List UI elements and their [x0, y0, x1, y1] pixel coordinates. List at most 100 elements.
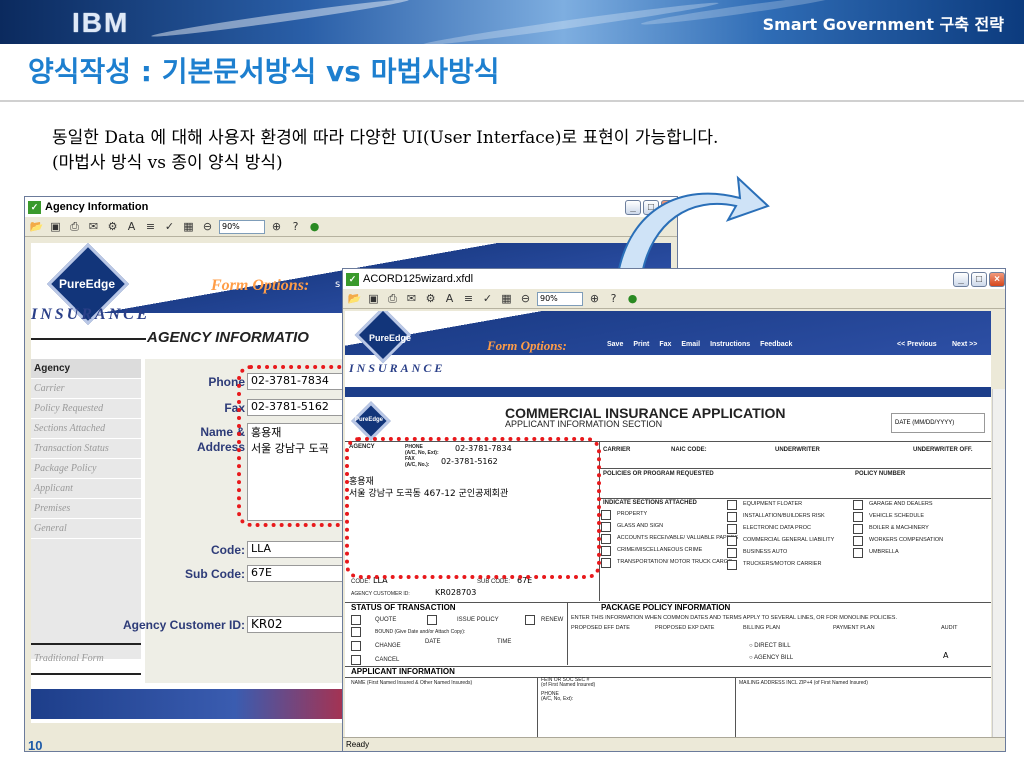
section-checkbox[interactable] [601, 510, 611, 520]
insurance-logo-text: INSURANCE [31, 306, 151, 323]
cancel-checkbox[interactable] [351, 655, 361, 665]
applicant-phone-col: PHONE (A/C, No, Ext): [541, 691, 574, 702]
section-checkbox[interactable] [601, 522, 611, 532]
section-checkbox[interactable] [601, 534, 611, 544]
maximize-button[interactable]: □ [971, 271, 987, 287]
section-option[interactable]: UMBRELLA [853, 547, 983, 559]
section-option[interactable]: COMMERCIAL GENERAL LIABILITY [727, 535, 851, 547]
nav-item-transaction-status[interactable]: Transaction Status [31, 439, 141, 459]
previous-link[interactable]: << Previous [897, 341, 937, 348]
row-rule [345, 677, 991, 678]
minimize-button[interactable]: _ [953, 271, 969, 287]
nav-item-agency[interactable]: Agency [31, 359, 141, 379]
section-checkbox[interactable] [601, 558, 611, 568]
attach-icon[interactable]: ⚙ [423, 291, 438, 306]
quote-checkbox[interactable] [351, 615, 361, 625]
help-pointer-icon[interactable]: ? [606, 291, 621, 306]
zoom-out-icon[interactable]: ⊖ [200, 219, 215, 234]
menu-feedback[interactable]: Feedback [760, 341, 792, 348]
indicate-sections-label: INDICATE SECTIONS ATTACHED [603, 500, 697, 506]
open-icon[interactable]: 📂 [29, 219, 44, 234]
section-option[interactable]: TRANSPORTATION/ MOTOR TRUCK CARGO [601, 557, 732, 569]
help-pointer-icon[interactable]: ? [288, 219, 303, 234]
nav-item-package-policy[interactable]: Package Policy [31, 459, 141, 479]
section-checkbox[interactable] [853, 512, 863, 522]
close-button[interactable]: × [989, 271, 1005, 287]
section-checkbox[interactable] [601, 546, 611, 556]
section-checkbox[interactable] [727, 536, 737, 546]
section-checkbox[interactable] [727, 500, 737, 510]
section-checkbox[interactable] [853, 548, 863, 558]
calendar-icon[interactable]: ▦ [181, 219, 196, 234]
menu-fax[interactable]: Fax [659, 341, 671, 348]
menu-save[interactable]: Save [607, 341, 623, 348]
nav-item-carrier[interactable]: Carrier [31, 379, 141, 399]
section-option[interactable]: ELECTRONIC DATA PROC [727, 523, 851, 535]
zoom-in-icon[interactable]: ⊕ [587, 291, 602, 306]
section-option[interactable]: ACCOUNTS RECEIVABLE/ VALUABLE PAPERS [601, 533, 738, 545]
section-option[interactable]: EQUIPMENT FLOATER [727, 499, 851, 511]
nav-item-applicant[interactable]: Applicant [31, 479, 141, 499]
calendar-icon[interactable]: ▦ [499, 291, 514, 306]
change-checkbox[interactable] [351, 641, 361, 651]
print-icon[interactable]: ⎙ [385, 291, 400, 306]
section-option[interactable]: VEHICLE SCHEDULE [853, 511, 983, 523]
print-icon[interactable]: ⎙ [67, 219, 82, 234]
agency-id-value[interactable]: KR028703 [435, 588, 476, 597]
section-option[interactable]: BOILER & MACHINERY [853, 523, 983, 535]
renew-checkbox[interactable] [525, 615, 535, 625]
zoom-select[interactable]: 90% [537, 291, 583, 306]
agency-bill-option[interactable]: ○ AGENCY BILL [749, 655, 793, 661]
save-icon[interactable]: ▣ [366, 291, 381, 306]
section-option[interactable]: PROPERTY [601, 509, 725, 521]
next-link[interactable]: Next >> [952, 341, 977, 348]
nav-item-general[interactable]: General [31, 519, 141, 539]
vertical-scrollbar[interactable] [992, 389, 1005, 737]
direct-bill-option[interactable]: ○ DIRECT BILL [749, 643, 791, 649]
save-icon[interactable]: ▣ [48, 219, 63, 234]
nav-item-sections-attached[interactable]: Sections Attached [31, 419, 141, 439]
nav-item-premises[interactable]: Premises [31, 499, 141, 519]
section-option[interactable]: INSTALLATION/BUILDERS RISK [727, 511, 851, 523]
mail-icon[interactable]: ✉ [86, 219, 101, 234]
attach-icon[interactable]: ⚙ [105, 219, 120, 234]
section-checkbox[interactable] [727, 548, 737, 558]
section-option[interactable]: BUSINESS AUTO [727, 547, 851, 559]
menu-print[interactable]: Print [633, 341, 649, 348]
section-option[interactable]: TRUCKERS/MOTOR CARRIER [727, 559, 851, 571]
package-col-header: PAYMENT PLAN [833, 625, 875, 631]
text-icon[interactable]: A [124, 219, 139, 234]
section-checkbox[interactable] [853, 500, 863, 510]
text-icon[interactable]: A [442, 291, 457, 306]
section-label: EQUIPMENT FLOATER [743, 501, 803, 507]
list-icon[interactable]: ≡ [143, 219, 158, 234]
section-option[interactable]: GLASS AND SIGN [601, 521, 725, 533]
nav-item-policy-requested[interactable]: Policy Requested [31, 399, 141, 419]
section-checkbox[interactable] [727, 524, 737, 534]
menu-instructions[interactable]: Instructions [710, 341, 750, 348]
audit-value[interactable]: A [943, 651, 948, 660]
section-checkbox[interactable] [853, 536, 863, 546]
bound-checkbox[interactable] [351, 627, 361, 637]
date-field[interactable]: DATE (MM/DD/YYYY) [891, 413, 985, 433]
spellcheck-icon[interactable]: ✓ [480, 291, 495, 306]
section-checkbox[interactable] [727, 560, 737, 570]
section-checkbox[interactable] [727, 512, 737, 522]
zoom-select[interactable]: 90% [219, 219, 265, 234]
section-checkbox[interactable] [853, 524, 863, 534]
open-icon[interactable]: 📂 [347, 291, 362, 306]
check-icon[interactable]: ● [625, 291, 640, 306]
section-option[interactable]: GARAGE AND DEALERS [853, 499, 983, 511]
section-option[interactable]: CRIME/MISCELLANEOUS CRIME [601, 545, 725, 557]
zoom-out-icon[interactable]: ⊖ [518, 291, 533, 306]
spellcheck-icon[interactable]: ✓ [162, 219, 177, 234]
form-footer-band [31, 689, 371, 719]
zoom-in-icon[interactable]: ⊕ [269, 219, 284, 234]
nav-traditional-form[interactable]: Traditional Form [31, 649, 141, 669]
check-icon[interactable]: ● [307, 219, 322, 234]
section-option[interactable]: WORKERS COMPENSATION [853, 535, 983, 547]
menu-email[interactable]: Email [681, 341, 700, 348]
issue-policy-checkbox[interactable] [427, 615, 437, 625]
mail-icon[interactable]: ✉ [404, 291, 419, 306]
list-icon[interactable]: ≡ [461, 291, 476, 306]
